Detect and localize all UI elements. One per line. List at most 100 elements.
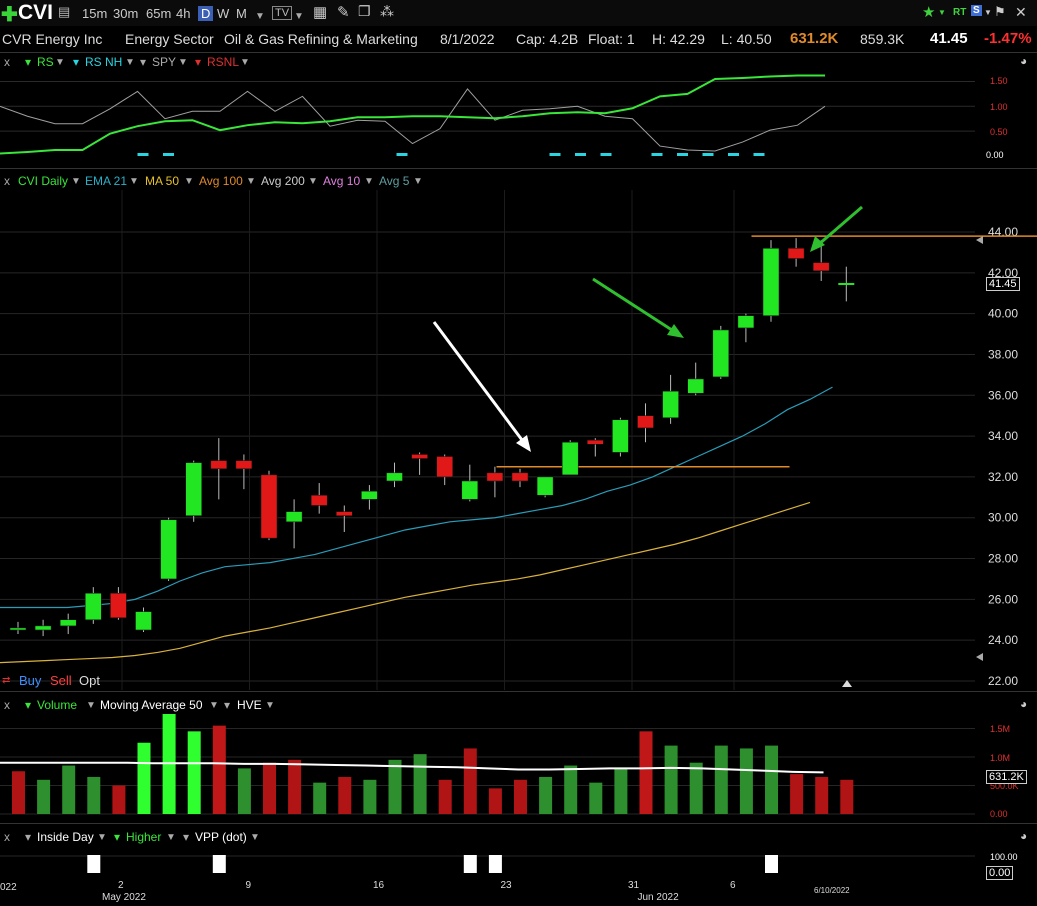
- rsnh-marker: [396, 153, 408, 156]
- higher-toggle-icon[interactable]: ▾: [114, 830, 120, 844]
- avg5-indicator[interactable]: Avg 5: [379, 174, 409, 188]
- print-icon[interactable]: ▤: [58, 4, 70, 20]
- rsnl-dropdown-icon[interactable]: ▼: [240, 57, 250, 68]
- close-icon[interactable]: ✕: [1015, 4, 1027, 21]
- signal-panel-close[interactable]: x: [4, 830, 10, 844]
- draw-pencil-icon[interactable]: ✎: [337, 3, 350, 21]
- volume-ma-indicator[interactable]: Moving Average 50: [100, 698, 203, 712]
- candle-body: [536, 476, 554, 496]
- avg100-dropdown-icon[interactable]: ▼: [246, 176, 256, 187]
- timeframe-4h[interactable]: 4h: [176, 6, 190, 21]
- s-icon[interactable]: S: [971, 5, 982, 16]
- volume-ma-dropdown-icon[interactable]: ▼: [209, 700, 219, 711]
- ma50-indicator[interactable]: MA 50: [145, 174, 179, 188]
- price-tick-label: 44.00: [988, 225, 1018, 239]
- timeframe-monthly[interactable]: M: [236, 6, 247, 21]
- sector-label[interactable]: Energy Sector: [125, 31, 214, 47]
- rsnh-indicator[interactable]: RS NH: [85, 55, 122, 69]
- candle-body: [637, 415, 654, 429]
- volume-bar: [790, 774, 804, 814]
- buy-button[interactable]: Buy: [19, 673, 41, 688]
- timeframe-15m[interactable]: 15m: [82, 6, 107, 21]
- volume-panel-close[interactable]: x: [4, 698, 10, 712]
- higher-dropdown-icon[interactable]: ▼: [166, 832, 176, 843]
- signal-chart: 100.00: [0, 852, 1018, 873]
- higher-indicator[interactable]: Higher: [126, 830, 161, 844]
- spy-dropdown-icon[interactable]: ▼: [178, 57, 188, 68]
- rs-panel-close[interactable]: x: [4, 55, 10, 69]
- vpp-toggle-icon[interactable]: ▾: [183, 830, 189, 844]
- vpp-indicator[interactable]: VPP (dot): [195, 830, 247, 844]
- cvi-daily-indicator[interactable]: CVI Daily: [18, 174, 68, 188]
- volume-bar: [212, 725, 226, 814]
- spy-line: [0, 88, 826, 152]
- timeframe-weekly[interactable]: W: [217, 6, 229, 21]
- candle-body: [386, 472, 403, 482]
- rsnl-indicator[interactable]: RSNL: [207, 55, 239, 69]
- hve-dropdown-icon[interactable]: ▼: [265, 700, 275, 711]
- options-button[interactable]: Opt: [79, 673, 100, 688]
- favorite-dropdown-icon[interactable]: ▼: [938, 8, 946, 17]
- ema21-dropdown-icon[interactable]: ▼: [129, 176, 139, 187]
- rs-dropdown-icon[interactable]: ▼: [55, 57, 65, 68]
- avg200-dropdown-icon[interactable]: ▼: [308, 176, 318, 187]
- ema21-indicator[interactable]: EMA 21: [85, 174, 127, 188]
- timeframe-daily[interactable]: D: [198, 6, 214, 21]
- sell-button[interactable]: Sell: [50, 673, 72, 688]
- candle-body: [712, 329, 730, 378]
- timeframe-30m[interactable]: 30m: [113, 6, 138, 21]
- s-dropdown-icon[interactable]: ▼: [984, 8, 992, 17]
- volume-indicator[interactable]: Volume: [37, 698, 77, 712]
- timeframe-65m[interactable]: 65m: [146, 6, 171, 21]
- trade-icon[interactable]: ⇄: [2, 675, 10, 686]
- signal-palette-icon[interactable]: ◕: [1020, 829, 1027, 843]
- inside-day-indicator[interactable]: Inside Day: [37, 830, 94, 844]
- spy-toggle-icon[interactable]: ▾: [140, 55, 146, 69]
- price-panel-close[interactable]: x: [4, 174, 10, 188]
- favorite-star-icon[interactable]: ★: [922, 3, 935, 21]
- avg200-indicator[interactable]: Avg 200: [261, 174, 305, 188]
- volume-palette-icon[interactable]: ◕: [1020, 697, 1027, 711]
- inside-day-toggle-icon[interactable]: ▾: [25, 830, 31, 844]
- rsnh-dropdown-icon[interactable]: ▼: [125, 57, 135, 68]
- volume-bar: [237, 768, 251, 814]
- rsnh-marker: [575, 153, 586, 156]
- vpp-dropdown-icon[interactable]: ▼: [250, 832, 260, 843]
- industry-label[interactable]: Oil & Gas Refining & Marketing: [224, 31, 418, 47]
- rsnh-toggle-icon[interactable]: ▾: [73, 55, 79, 69]
- company-name: CVR Energy Inc: [2, 31, 103, 47]
- rs-line: [0, 74, 825, 155]
- tv-dropdown-icon[interactable]: ▼: [294, 7, 304, 22]
- flag-icon[interactable]: ⚑: [994, 4, 1006, 20]
- x-axis-day-label: 2: [118, 880, 124, 891]
- symbol-label[interactable]: CVI: [18, 1, 53, 25]
- rsnl-toggle-icon[interactable]: ▾: [195, 55, 201, 69]
- share-icon[interactable]: ⁂: [380, 3, 394, 20]
- spy-indicator[interactable]: SPY: [152, 55, 176, 69]
- realtime-badge[interactable]: RT: [953, 7, 966, 18]
- vol-tick-1-0m: 1.0M: [990, 753, 1010, 763]
- add-symbol-icon[interactable]: ✚: [1, 2, 18, 27]
- timeframe-dropdown-icon[interactable]: ▼: [255, 7, 265, 22]
- inside-day-dropdown-icon[interactable]: ▼: [97, 832, 107, 843]
- market-cap-label: Cap: 4.2B: [516, 31, 579, 47]
- calculator-icon[interactable]: ▦: [313, 3, 327, 21]
- tv-icon[interactable]: TV: [272, 6, 293, 20]
- volume-dropdown-icon[interactable]: ▼: [86, 700, 96, 711]
- volume-toggle-icon[interactable]: ▾: [25, 698, 31, 712]
- palette-icon[interactable]: ◕: [1020, 54, 1027, 68]
- volume-bar: [689, 762, 703, 814]
- avg10-dropdown-icon[interactable]: ▼: [364, 176, 374, 187]
- rs-indicator[interactable]: RS: [37, 55, 54, 69]
- ma50-dropdown-icon[interactable]: ▼: [184, 176, 194, 187]
- avg5-dropdown-icon[interactable]: ▼: [413, 176, 423, 187]
- hve-toggle-icon[interactable]: ▾: [224, 698, 230, 712]
- cvi-daily-dropdown-icon[interactable]: ▼: [71, 176, 81, 187]
- panel-divider: [0, 168, 1037, 169]
- avg10-indicator[interactable]: Avg 10: [323, 174, 360, 188]
- rs-toggle-icon[interactable]: ▾: [25, 55, 31, 69]
- hve-indicator[interactable]: HVE: [237, 698, 262, 712]
- candle-body: [185, 462, 202, 516]
- notes-icon[interactable]: ❐: [358, 3, 371, 20]
- avg100-indicator[interactable]: Avg 100: [199, 174, 243, 188]
